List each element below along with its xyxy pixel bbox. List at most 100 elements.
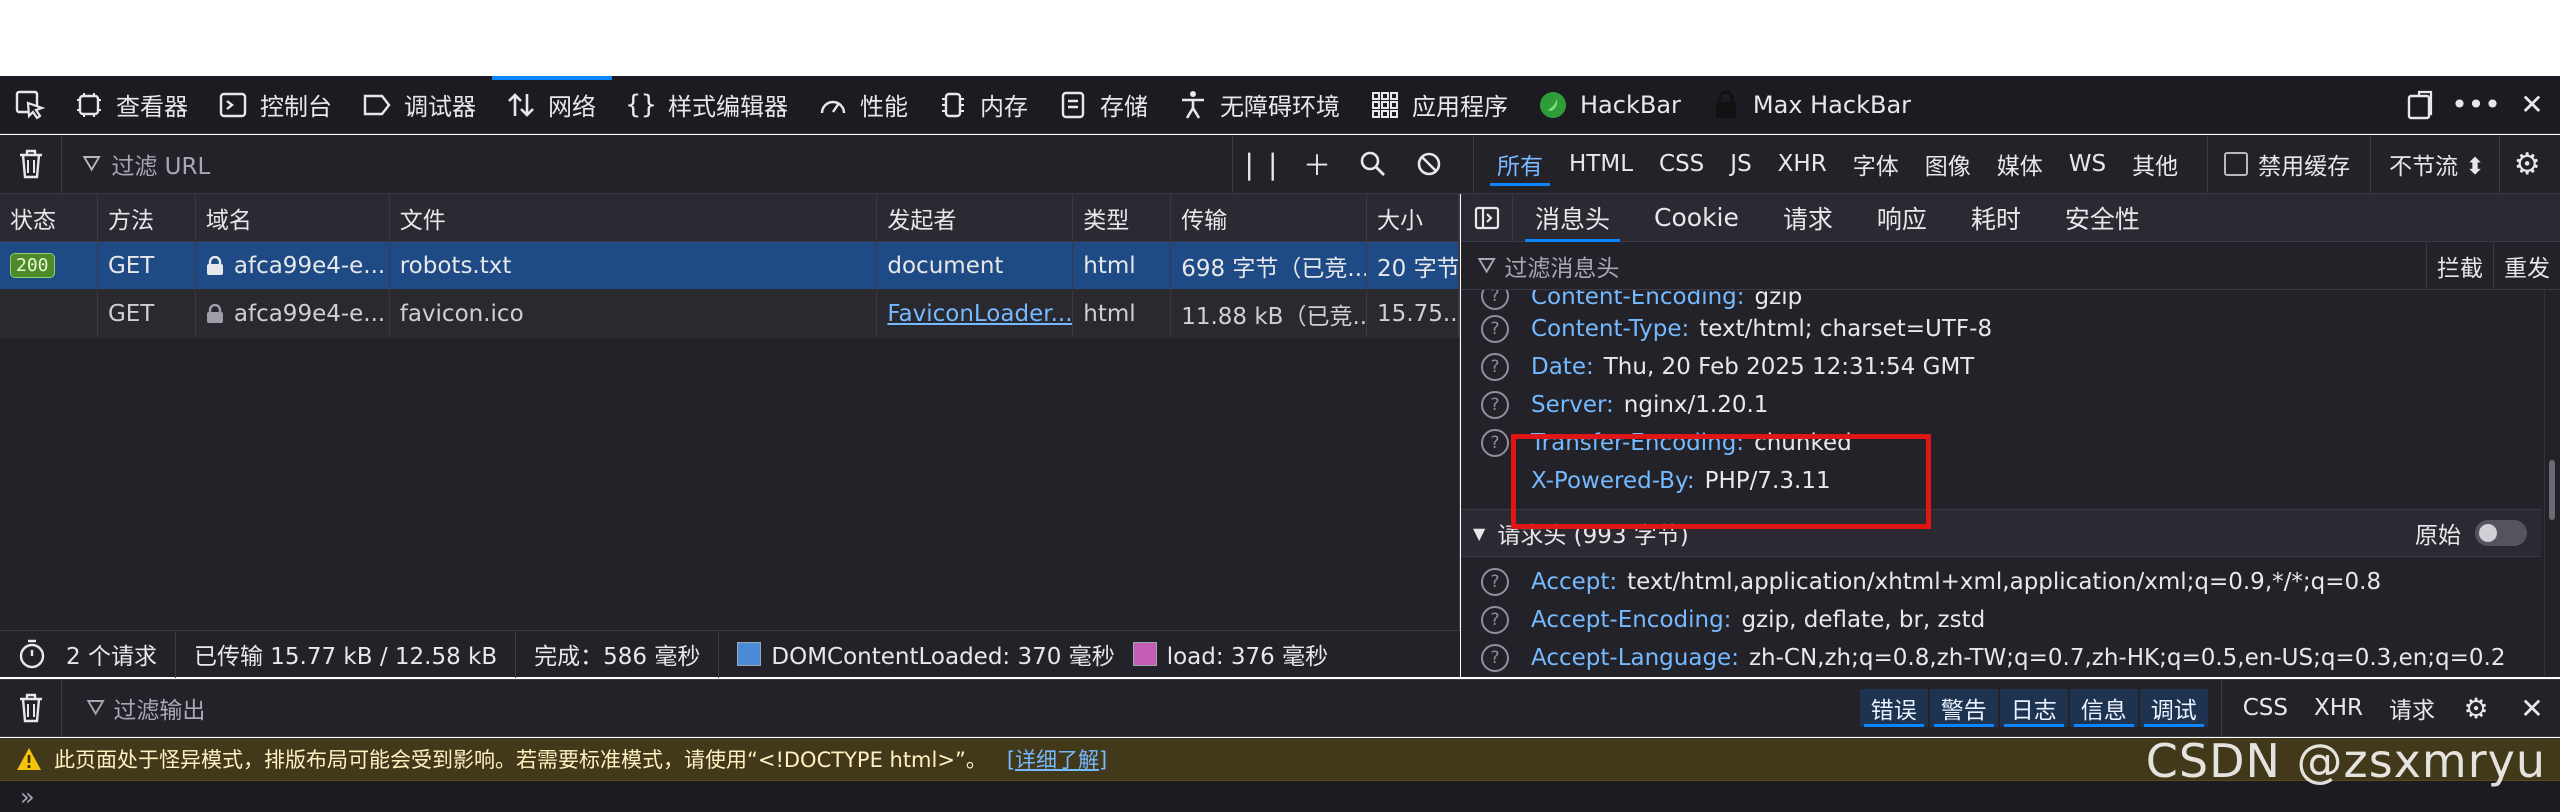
type-filter-html[interactable]: HTML: [1556, 144, 1646, 184]
tab-style-editor[interactable]: {} 样式编辑器: [612, 76, 804, 134]
help-icon[interactable]: ?: [1481, 315, 1509, 343]
search-icon[interactable]: [1345, 135, 1401, 194]
tab-console[interactable]: 控制台: [204, 76, 348, 134]
column-status[interactable]: 状态: [0, 194, 98, 241]
header-row[interactable]: ? Server: nginx/1.20.1: [1461, 386, 2541, 424]
reload-timer-icon[interactable]: 2 个请求: [0, 630, 176, 678]
column-domain[interactable]: 域名: [196, 194, 390, 241]
tab-label: 存储: [1100, 93, 1148, 121]
tab-headers[interactable]: 消息头: [1513, 194, 1632, 242]
toggle-switch[interactable]: [2475, 520, 2527, 546]
type-filter-js[interactable]: JS: [1717, 144, 1764, 184]
tab-cookies[interactable]: Cookie: [1632, 194, 1761, 242]
tab-accessibility[interactable]: 无障碍环境: [1164, 76, 1356, 134]
tab-label: Max HackBar: [1752, 90, 1912, 119]
tab-performance[interactable]: 性能: [804, 76, 924, 134]
header-row[interactable]: ? Accept-Language: zh-CN,zh;q=0.8,zh-TW;…: [1461, 639, 2541, 677]
header-row[interactable]: ? Accept: text/html,application/xhtml+xm…: [1461, 563, 2541, 601]
tab-application[interactable]: 应用程序: [1356, 76, 1524, 134]
pause-icon[interactable]: ❘❘: [1233, 135, 1289, 194]
type-filter-fonts[interactable]: 字体: [1840, 144, 1912, 184]
level-debug[interactable]: 调试: [2139, 689, 2208, 727]
network-icon: [506, 90, 536, 120]
console-icon: [218, 90, 248, 120]
column-method[interactable]: 方法: [98, 194, 196, 241]
clear-requests-icon[interactable]: [0, 134, 62, 194]
type-filter-images[interactable]: 图像: [1912, 144, 1984, 184]
header-row[interactable]: ? Date: Thu, 20 Feb 2025 12:31:54 GMT: [1461, 348, 2541, 386]
load-text: load: 376 毫秒: [1166, 644, 1329, 670]
level-warnings[interactable]: 警告: [1929, 689, 1998, 727]
console-filter-requests[interactable]: 请求: [2376, 691, 2448, 725]
console-gear-icon[interactable]: ⚙: [2448, 679, 2504, 737]
type-filter-ws[interactable]: WS: [2056, 144, 2119, 184]
tab-security[interactable]: 安全性: [2043, 194, 2162, 242]
column-file[interactable]: 文件: [390, 194, 878, 241]
dock-side-icon[interactable]: [2392, 76, 2448, 134]
type-filter-all[interactable]: 所有: [1484, 144, 1556, 186]
console-filter-xhr[interactable]: XHR: [2301, 695, 2376, 721]
table-row[interactable]: 200 GET afca99e4-e... robots.txt documen…: [0, 242, 1459, 290]
resend-button[interactable]: 重发: [2493, 241, 2560, 290]
column-size[interactable]: 大小: [1367, 194, 1459, 241]
level-info[interactable]: 信息: [2069, 689, 2138, 727]
block-button[interactable]: 拦截: [2426, 241, 2493, 290]
column-initiator[interactable]: 发起者: [877, 194, 1074, 241]
debugger-icon: [362, 90, 392, 120]
help-icon[interactable]: ?: [1481, 429, 1509, 457]
table-row[interactable]: GET afca99e4-e... favicon.ico FaviconLoa…: [0, 290, 1459, 338]
gear-icon[interactable]: ⚙: [2498, 134, 2555, 194]
help-icon[interactable]: ?: [1481, 391, 1509, 419]
type-filter-other[interactable]: 其他: [2119, 144, 2191, 184]
level-logs[interactable]: 日志: [1999, 689, 2068, 727]
block-requests-icon[interactable]: [1401, 135, 1457, 194]
toggle-sidebar-icon[interactable]: [1461, 193, 1513, 242]
element-picker-icon[interactable]: [0, 76, 60, 134]
help-icon[interactable]: ?: [1481, 353, 1509, 381]
tab-memory[interactable]: 内存: [924, 76, 1044, 134]
close-devtools-icon[interactable]: ✕: [2504, 76, 2560, 134]
level-errors[interactable]: 错误: [1859, 689, 1928, 727]
header-row[interactable]: ? Content-Type: text/html; charset=UTF-8: [1461, 310, 2541, 348]
learn-more-link[interactable]: [详细了解]: [1007, 744, 1107, 774]
filter-headers-input[interactable]: ⛛ 过滤消息头 拦截 重发: [1461, 241, 2560, 290]
tab-response[interactable]: 响应: [1855, 194, 1949, 242]
header-row[interactable]: ? Content-Encoding: gzip: [1461, 290, 2541, 310]
header-value: zh-CN,zh;q=0.8,zh-TW;q=0.7,zh-HK;q=0.5,e…: [1748, 645, 2506, 671]
help-icon[interactable]: ?: [1481, 568, 1509, 596]
tab-timings[interactable]: 耗时: [1949, 194, 2043, 242]
console-filter-input[interactable]: ⛛ 过滤输出: [62, 691, 205, 725]
initiator-link[interactable]: FaviconLoader....: [887, 301, 1072, 327]
tab-network[interactable]: 网络: [492, 75, 612, 134]
type-filter-media[interactable]: 媒体: [1984, 144, 2056, 184]
scrollbar-thumb[interactable]: [2549, 460, 2555, 520]
tab-storage[interactable]: 存储: [1044, 76, 1164, 134]
close-split-console-icon[interactable]: ✕: [2504, 679, 2560, 737]
column-transferred[interactable]: 传输: [1171, 194, 1368, 241]
console-prompt-icon: »: [20, 782, 35, 811]
header-name: Accept-Language:: [1531, 645, 1739, 671]
tab-hackbar[interactable]: HackBar: [1524, 76, 1697, 134]
tab-inspector[interactable]: 查看器: [60, 76, 204, 134]
column-type[interactable]: 类型: [1073, 194, 1172, 241]
tab-request[interactable]: 请求: [1761, 194, 1855, 242]
headers-scrollbar[interactable]: [2544, 290, 2560, 677]
console-filter-placeholder: 过滤输出: [113, 698, 206, 724]
more-options-icon[interactable]: •••: [2448, 76, 2504, 134]
type-filter-css[interactable]: CSS: [1646, 144, 1717, 184]
console-filter-css[interactable]: CSS: [2230, 695, 2301, 721]
type-filter-xhr[interactable]: XHR: [1765, 144, 1840, 184]
raw-toggle[interactable]: 原始: [2415, 516, 2541, 550]
header-row[interactable]: ? Accept-Encoding: gzip, deflate, br, zs…: [1461, 601, 2541, 639]
throttle-select[interactable]: 不节流 ⬍: [2370, 134, 2485, 194]
tab-debugger[interactable]: 调试器: [348, 76, 492, 134]
help-icon[interactable]: ?: [1481, 290, 1509, 310]
help-icon[interactable]: ?: [1481, 606, 1509, 634]
help-icon[interactable]: ?: [1481, 644, 1509, 672]
clear-console-icon[interactable]: [0, 679, 62, 737]
tab-max-hackbar[interactable]: Max HackBar: [1697, 76, 1927, 134]
filter-url-input[interactable]: ⛛ 过滤 URL: [62, 147, 1232, 181]
style-editor-icon: {}: [625, 89, 657, 120]
add-block-icon[interactable]: ＋: [1289, 135, 1345, 194]
disable-cache-checkbox[interactable]: 禁用缓存: [2207, 134, 2350, 194]
